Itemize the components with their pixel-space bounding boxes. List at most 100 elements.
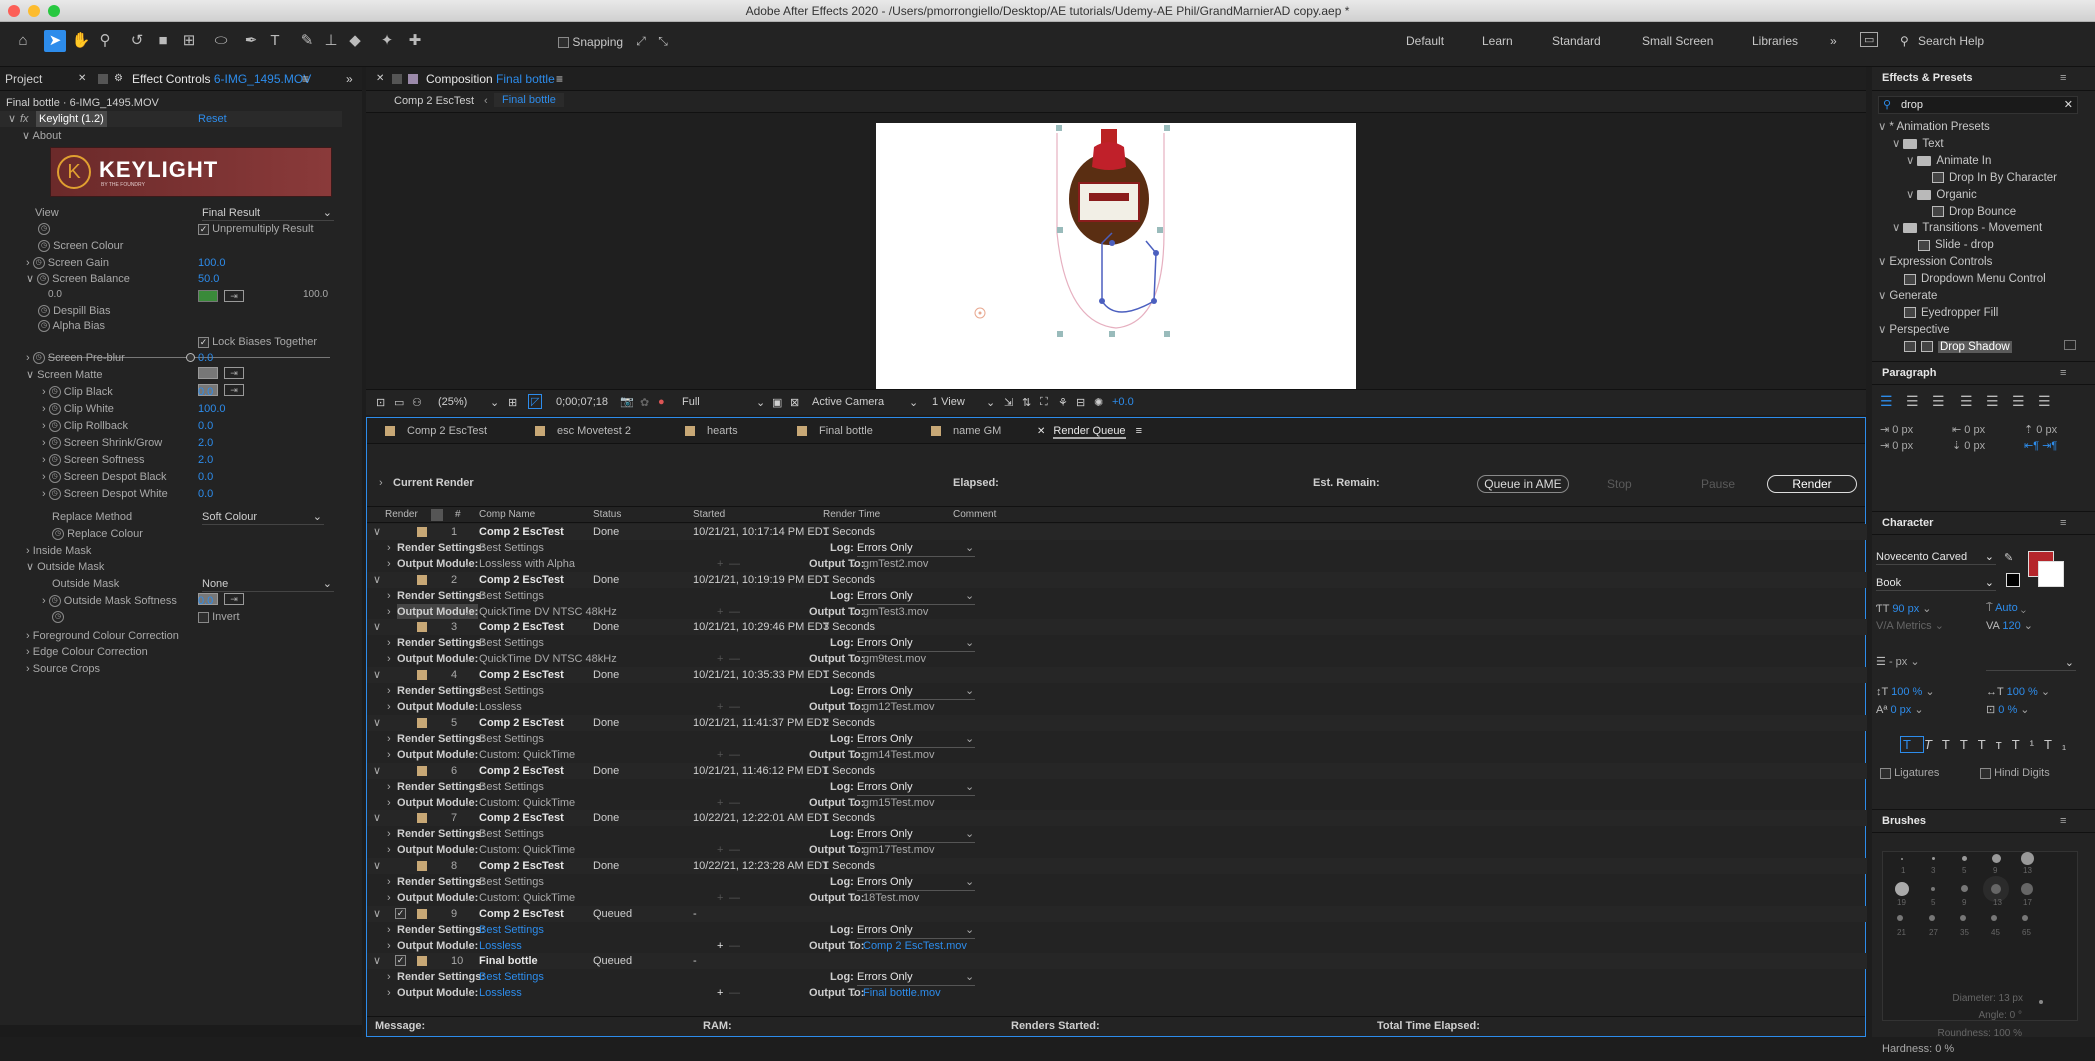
clear-search-icon[interactable]: ✕ bbox=[2064, 98, 2073, 111]
pen-tool-icon[interactable]: ✒ bbox=[240, 30, 262, 52]
replace-method-dropdown[interactable]: Soft Colour ⌄ bbox=[202, 509, 324, 525]
dropdown-arrow-icon[interactable]: ⌄ bbox=[463, 651, 472, 667]
new-preset-icon[interactable] bbox=[2064, 340, 2076, 350]
outside-mask-softness-value[interactable]: 0.0 bbox=[198, 593, 213, 609]
twirl-icon[interactable]: › bbox=[387, 699, 391, 715]
col-started[interactable]: Started bbox=[693, 509, 725, 520]
dropdown-arrow-icon[interactable]: ⌄ bbox=[463, 938, 472, 954]
expand-panels-icon[interactable]: » bbox=[346, 67, 353, 91]
outside-mask-group[interactable]: ∨ Outside Mask bbox=[26, 559, 104, 575]
close-comp-tab-icon[interactable]: ✕ bbox=[376, 67, 384, 91]
dropdown-arrow-icon[interactable]: ⌄ bbox=[463, 635, 472, 651]
leading-field[interactable]: ⍑ Auto ⌄ bbox=[1986, 602, 2026, 615]
pan-behind-tool-icon[interactable]: ⊞ bbox=[178, 30, 200, 52]
remove-output-module-icon[interactable]: — bbox=[729, 795, 740, 811]
output-module-value[interactable]: Custom: QuickTime bbox=[479, 747, 575, 763]
output-module-value[interactable]: Lossless bbox=[479, 699, 522, 715]
show-snapshot-icon[interactable]: ✿ bbox=[640, 396, 649, 409]
effects-tree-item[interactable]: ∨ * Animation Presets bbox=[1878, 119, 1990, 136]
region-of-interest-icon[interactable]: ▣ bbox=[772, 396, 782, 409]
despill-eyedropper-icon[interactable]: ⇥ bbox=[224, 367, 244, 379]
close-project-tab-icon[interactable]: ✕ bbox=[78, 67, 86, 91]
output-module-value[interactable]: Custom: QuickTime bbox=[479, 842, 575, 858]
zoom-tool-icon[interactable]: ⚲ bbox=[94, 30, 116, 52]
log-dropdown-arrow-icon[interactable]: ⌄ bbox=[965, 588, 974, 604]
inside-mask-group[interactable]: › Inside Mask bbox=[26, 543, 91, 559]
log-dropdown[interactable]: Errors Only bbox=[857, 731, 975, 748]
effects-tree-item[interactable]: Slide - drop bbox=[1906, 237, 1994, 254]
effects-search-input[interactable]: drop bbox=[1901, 99, 1923, 111]
brush-tip-1[interactable] bbox=[1901, 858, 1903, 860]
home-icon[interactable]: ⌂ bbox=[12, 30, 34, 52]
stopwatch-icon[interactable]: ◷ bbox=[48, 595, 61, 608]
selection-tool-icon[interactable]: ➤ bbox=[44, 30, 66, 52]
font-size-field[interactable]: ƬT 90 px ⌄ bbox=[1876, 602, 1932, 615]
output-to-file[interactable]: 18Test.mov bbox=[863, 890, 919, 906]
left-panel-scrollbar[interactable] bbox=[0, 1025, 362, 1037]
stopwatch-icon[interactable]: ◷ bbox=[37, 273, 50, 286]
render-item-row[interactable]: ∨ 5 Comp 2 EscTest Done 10/21/21, 11:41:37 P… bbox=[367, 714, 1867, 731]
log-dropdown[interactable]: Errors Only bbox=[857, 826, 975, 844]
twirl-open-icon[interactable]: ∨ bbox=[373, 953, 381, 969]
screen-gain-value[interactable]: 100.0 bbox=[198, 255, 226, 271]
output-to-file[interactable]: gm9test.mov bbox=[863, 651, 926, 667]
output-to-file[interactable]: gm17Test.mov bbox=[863, 842, 935, 858]
snapshot-camera-icon[interactable]: 📷 bbox=[620, 395, 634, 408]
twirl-open-icon[interactable]: ∨ bbox=[1892, 222, 1900, 234]
twirl-open-icon[interactable]: ∨ bbox=[373, 572, 381, 588]
font-eyedropper-icon[interactable]: ✎ bbox=[2004, 551, 2013, 564]
log-dropdown-arrow-icon[interactable]: ⌄ bbox=[965, 635, 974, 651]
render-settings-value[interactable]: Best Settings bbox=[479, 731, 544, 747]
effects-tree-item[interactable]: Drop In By Character bbox=[1920, 170, 2057, 187]
roto-brush-tool-icon[interactable]: ✦ bbox=[376, 30, 398, 52]
invert-checkbox[interactable] bbox=[198, 611, 209, 623]
tracking-field[interactable]: VA 120 ⌄ bbox=[1986, 619, 2033, 632]
flowchart-icon[interactable]: ⚘ bbox=[1058, 396, 1068, 409]
dropdown-arrow-icon[interactable]: ⌄ bbox=[463, 731, 472, 747]
stopwatch-icon[interactable]: ◷ bbox=[48, 403, 61, 416]
sync-settings-icon[interactable]: ▭ bbox=[1860, 32, 1879, 47]
label-color-icon[interactable] bbox=[417, 622, 427, 633]
timeline-tab-5[interactable]: ✕ Render Queue ≡ bbox=[1037, 418, 1142, 444]
brush-tip-35[interactable] bbox=[1960, 915, 1966, 921]
dropdown-arrow-icon[interactable]: ⌄ bbox=[463, 604, 472, 620]
unpremultiply-checkbox[interactable]: ✓ bbox=[198, 223, 209, 235]
type-tool-icon[interactable]: T bbox=[264, 30, 286, 52]
view-layout-dropdown[interactable]: 1 View bbox=[932, 396, 965, 408]
col-status[interactable]: Status bbox=[593, 509, 621, 520]
character-panel-menu-icon[interactable]: ≡ bbox=[2060, 517, 2066, 529]
remove-output-module-icon[interactable]: — bbox=[729, 938, 740, 954]
hindi-digits-checkbox[interactable] bbox=[1980, 767, 1991, 779]
render-item-row[interactable]: ∨ ✓ 10 Final bottle Queued - bbox=[367, 953, 1867, 970]
screen-balance-slider-thumb[interactable] bbox=[186, 353, 195, 362]
render-checkbox[interactable]: ✓ bbox=[395, 907, 406, 919]
stopwatch-icon[interactable]: ◷ bbox=[38, 240, 50, 253]
stopwatch-icon[interactable]: ◷ bbox=[48, 471, 61, 484]
render-item-row[interactable]: ∨ 3 Comp 2 EscTest Done 10/21/21, 10:29:46 P… bbox=[367, 619, 1867, 636]
log-dropdown[interactable]: Errors Only bbox=[857, 683, 975, 701]
twirl-icon[interactable]: › bbox=[387, 540, 391, 556]
brush-tip-45[interactable] bbox=[1991, 915, 1997, 921]
stop-button[interactable]: Stop bbox=[1607, 477, 1632, 491]
pixel-aspect-icon[interactable]: ⇲ bbox=[1004, 396, 1013, 409]
twirl-icon[interactable]: › bbox=[42, 386, 49, 398]
label-color-icon[interactable] bbox=[417, 717, 427, 728]
brush-tips-grid[interactable]: 1 3 5 9 13 19 5 9 13 17 21 27 35 45 65 D… bbox=[1882, 851, 2078, 1021]
dropdown-arrow-icon[interactable]: ⌄ bbox=[463, 795, 472, 811]
workspace-standard[interactable]: Standard bbox=[1552, 34, 1601, 48]
twirl-open-icon[interactable]: ∨ bbox=[373, 906, 381, 922]
add-output-module-icon[interactable]: + bbox=[717, 747, 723, 763]
twirl-open-icon[interactable]: ∨ bbox=[1892, 138, 1900, 150]
add-output-module-icon[interactable]: + bbox=[717, 604, 723, 620]
output-to-file[interactable]: gm15Test.mov bbox=[863, 795, 935, 811]
remove-output-module-icon[interactable]: — bbox=[729, 985, 740, 1001]
justify-left-icon[interactable]: ☰ bbox=[1960, 393, 1973, 410]
stopwatch-icon[interactable]: ◷ bbox=[48, 488, 61, 501]
effect-controls-tab[interactable]: Effect Controls 6-IMG_1495.MOV bbox=[132, 67, 311, 91]
stroke-color-swatch[interactable] bbox=[2038, 561, 2064, 587]
camera-dropdown[interactable]: Active Camera bbox=[812, 396, 884, 408]
stroke-width-field[interactable]: ☰ - px ⌄ bbox=[1876, 655, 1920, 668]
superscript-icon[interactable]: T¹ bbox=[2012, 737, 2044, 752]
brush-tip-27[interactable] bbox=[1929, 915, 1935, 921]
log-dropdown[interactable]: Errors Only bbox=[857, 635, 975, 653]
